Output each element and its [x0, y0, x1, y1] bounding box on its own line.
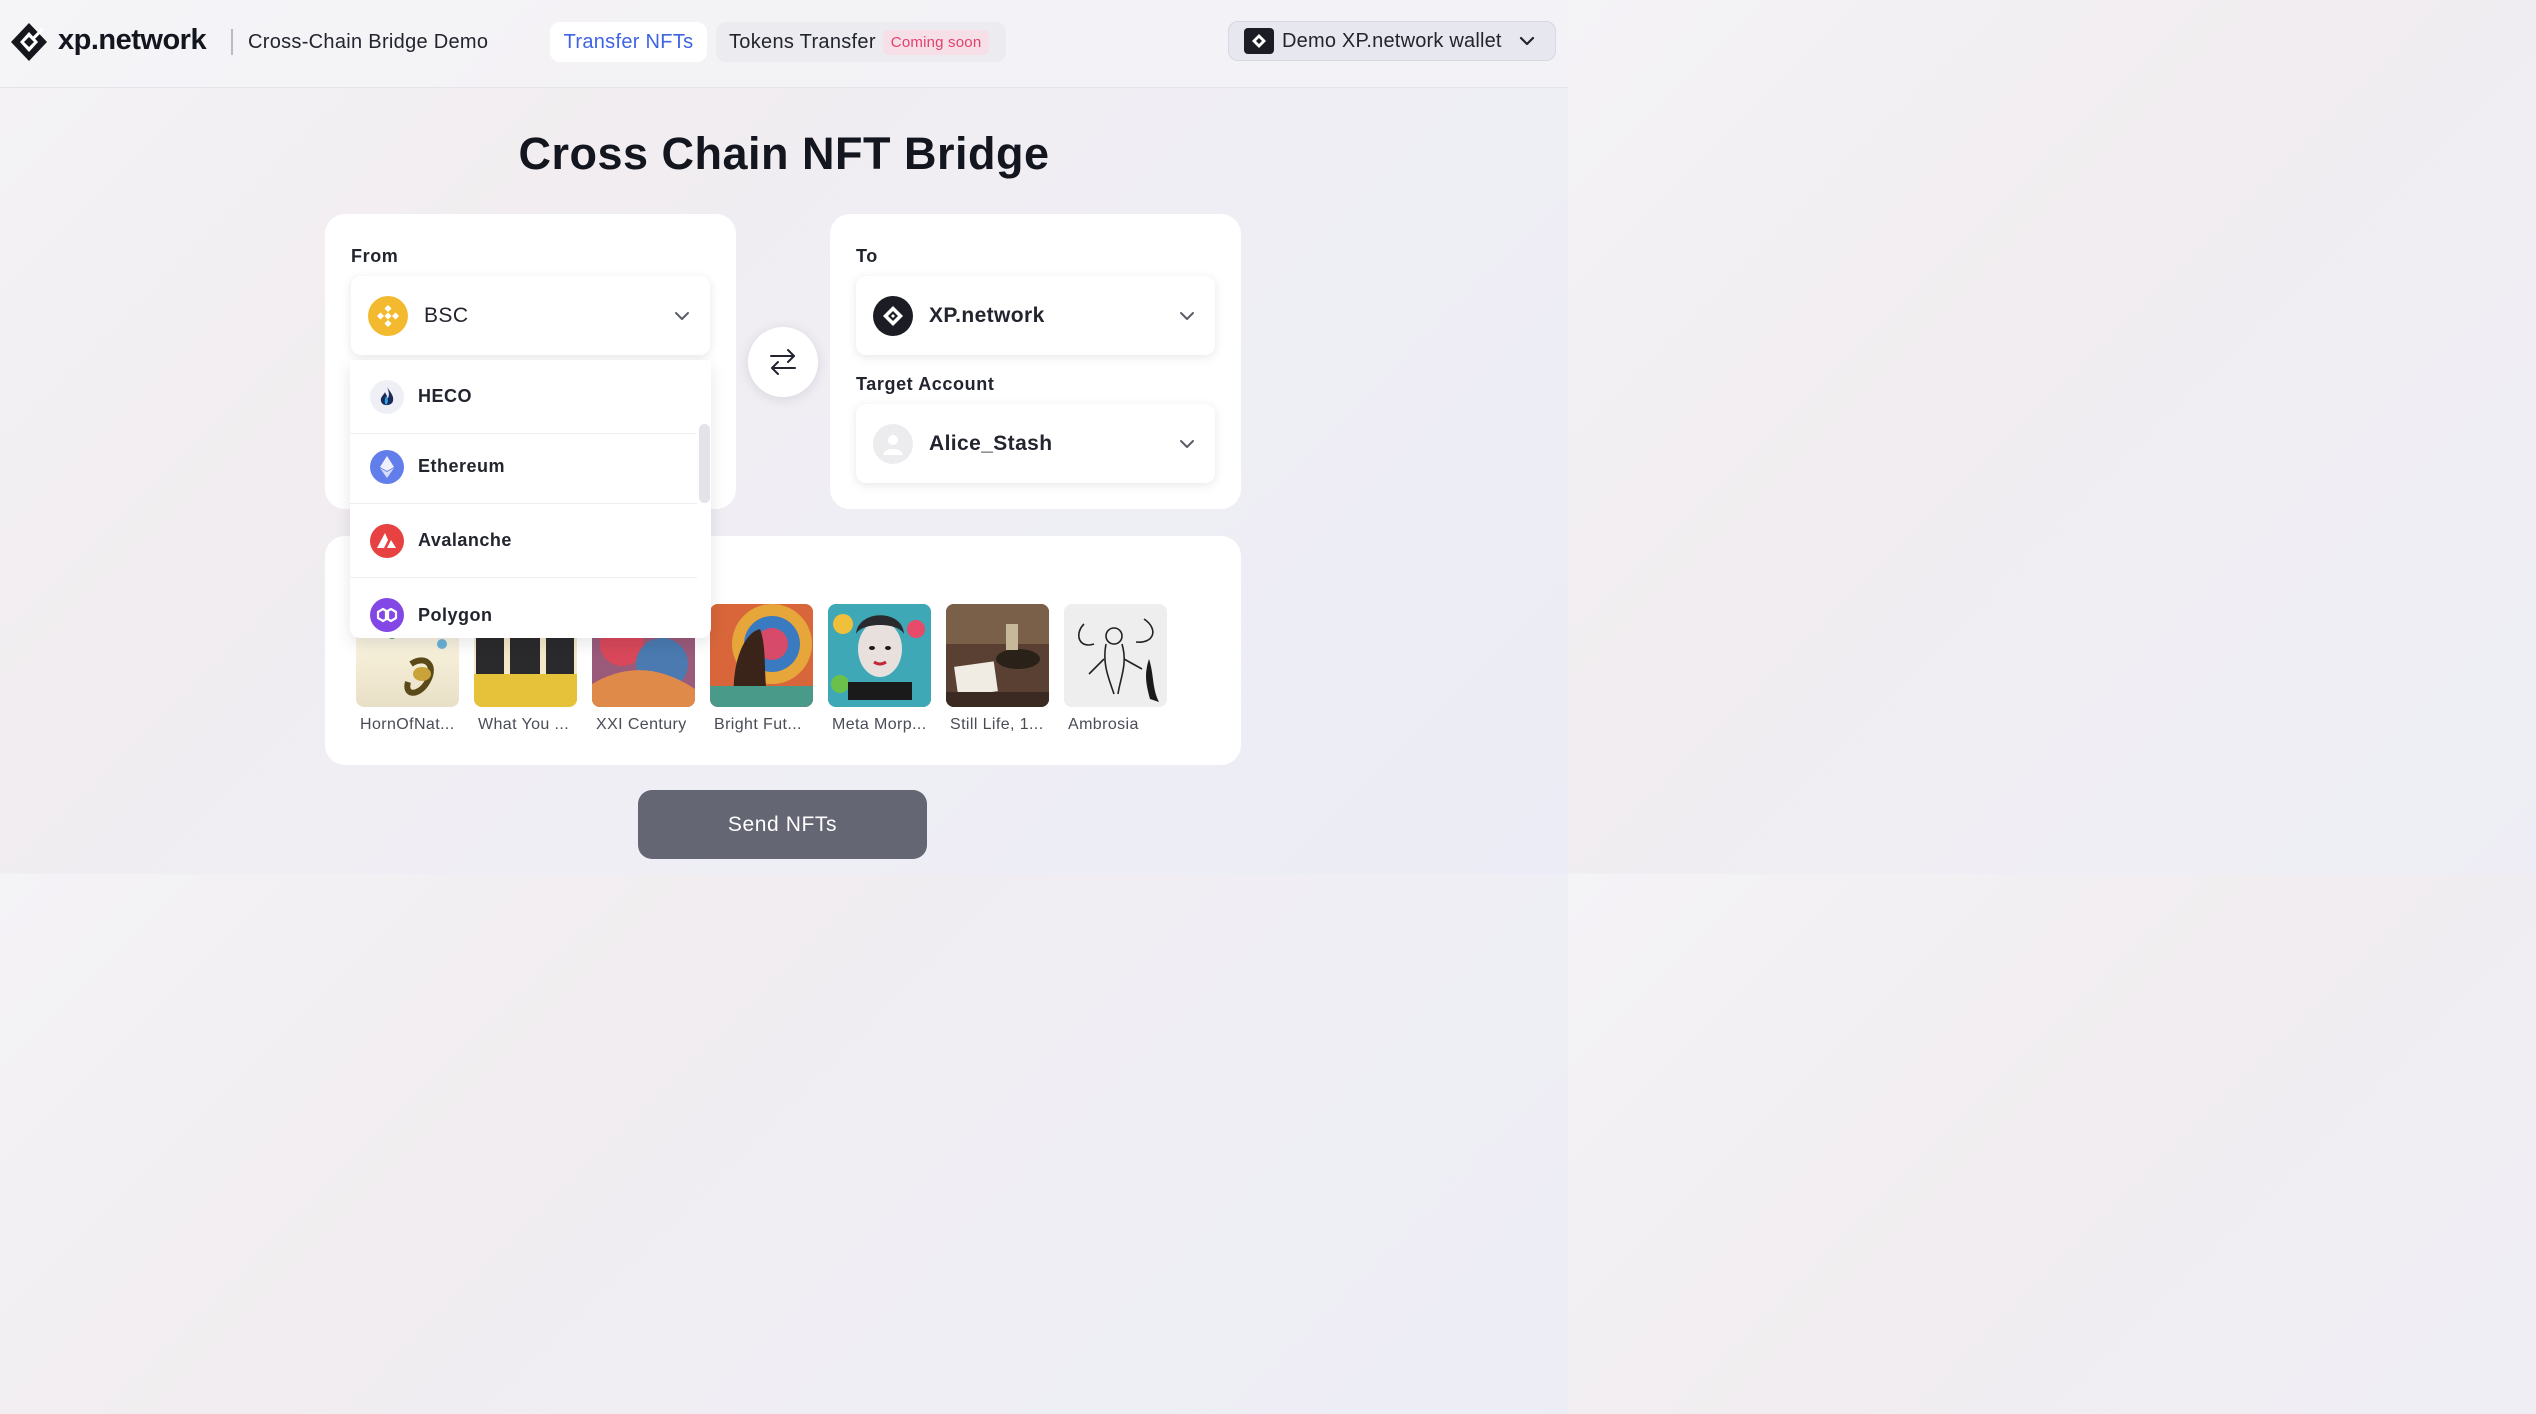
target-account-select[interactable]: Alice_Stash [856, 404, 1215, 483]
tab-tokens-transfer-label: Tokens Transfer [729, 30, 876, 53]
ethereum-icon [370, 449, 404, 484]
nft-caption: HornOfNat... [360, 716, 455, 733]
nft-caption: What You ... [478, 716, 570, 733]
dropdown-option-avalanche[interactable]: Avalanche [350, 504, 697, 578]
heco-icon [370, 379, 404, 414]
polygon-icon [370, 598, 404, 632]
wallet-icon [1244, 28, 1274, 54]
nft-thumbnail[interactable] [710, 604, 813, 707]
swap-chains-button[interactable] [748, 327, 818, 397]
dropdown-option-label: HECO [418, 386, 473, 406]
dropdown-option-label: Polygon [418, 604, 493, 625]
from-label: From [351, 246, 399, 266]
tab-transfer-nfts[interactable]: Transfer NFTs [550, 22, 707, 62]
from-chain-select[interactable]: BSC [351, 276, 710, 355]
to-label: To [856, 246, 878, 266]
page-title: Cross Chain NFT Bridge [518, 128, 1050, 179]
nft-thumbnail[interactable] [828, 604, 931, 707]
dropdown-option-ethereum[interactable]: Ethereum [350, 430, 697, 504]
from-chain-value: BSC [424, 303, 469, 327]
dropdown-option-label: Avalanche [418, 530, 512, 550]
wallet-label: Demo XP.network wallet [1282, 29, 1502, 52]
chevron-down-icon [675, 312, 689, 320]
nft-caption: Bright Fut... [714, 716, 802, 733]
app-subtitle: Cross-Chain Bridge Demo [248, 31, 489, 53]
chevron-down-icon [1180, 312, 1194, 320]
brand-divider [231, 29, 233, 55]
send-nfts-label: Send NFTs [727, 812, 838, 836]
nft-caption: Still Life, 1... [950, 716, 1044, 733]
wallet-selector[interactable]: Demo XP.network wallet [1228, 21, 1556, 61]
dropdown-option-heco[interactable]: HECO [350, 360, 697, 434]
tab-transfer-nfts-label: Transfer NFTs [563, 30, 694, 53]
dropdown-option-polygon[interactable]: Polygon [350, 578, 697, 638]
to-card: To XP.network Target Account Alice_Stash [830, 214, 1241, 509]
nft-caption: XXI Century [596, 716, 687, 733]
chevron-down-icon [1180, 440, 1194, 448]
top-header: xp.network Cross-Chain Bridge Demo Trans… [0, 0, 1568, 88]
target-account-value: Alice_Stash [929, 431, 1053, 455]
nft-caption: Ambrosia [1068, 716, 1139, 733]
brand-name[interactable]: xp.network [58, 24, 207, 57]
coming-soon-badge: Coming soon [882, 29, 990, 55]
bsc-icon [368, 295, 408, 336]
to-chain-select[interactable]: XP.network [856, 276, 1215, 355]
nft-thumbnail[interactable] [1064, 604, 1167, 707]
send-nfts-button[interactable]: Send NFTs [638, 790, 927, 859]
dropdown-option-label: Ethereum [418, 456, 506, 476]
xp-network-icon [873, 295, 913, 336]
avatar-icon [873, 423, 913, 464]
dropdown-scrollbar[interactable] [699, 424, 710, 503]
nft-thumbnail[interactable] [946, 604, 1049, 707]
tab-tokens-transfer[interactable]: Tokens Transfer Coming soon [716, 22, 1006, 62]
from-chain-dropdown: HECO Ethereum Avalanche Polygon [350, 360, 711, 638]
to-chain-value: XP.network [929, 303, 1045, 327]
target-account-label: Target Account [856, 374, 995, 394]
nft-caption: Meta Morp... [832, 716, 927, 733]
swap-arrows-icon [770, 349, 796, 375]
xp-network-logo-icon[interactable] [10, 22, 48, 62]
chevron-down-icon [1519, 36, 1535, 46]
avalanche-icon [370, 523, 404, 558]
